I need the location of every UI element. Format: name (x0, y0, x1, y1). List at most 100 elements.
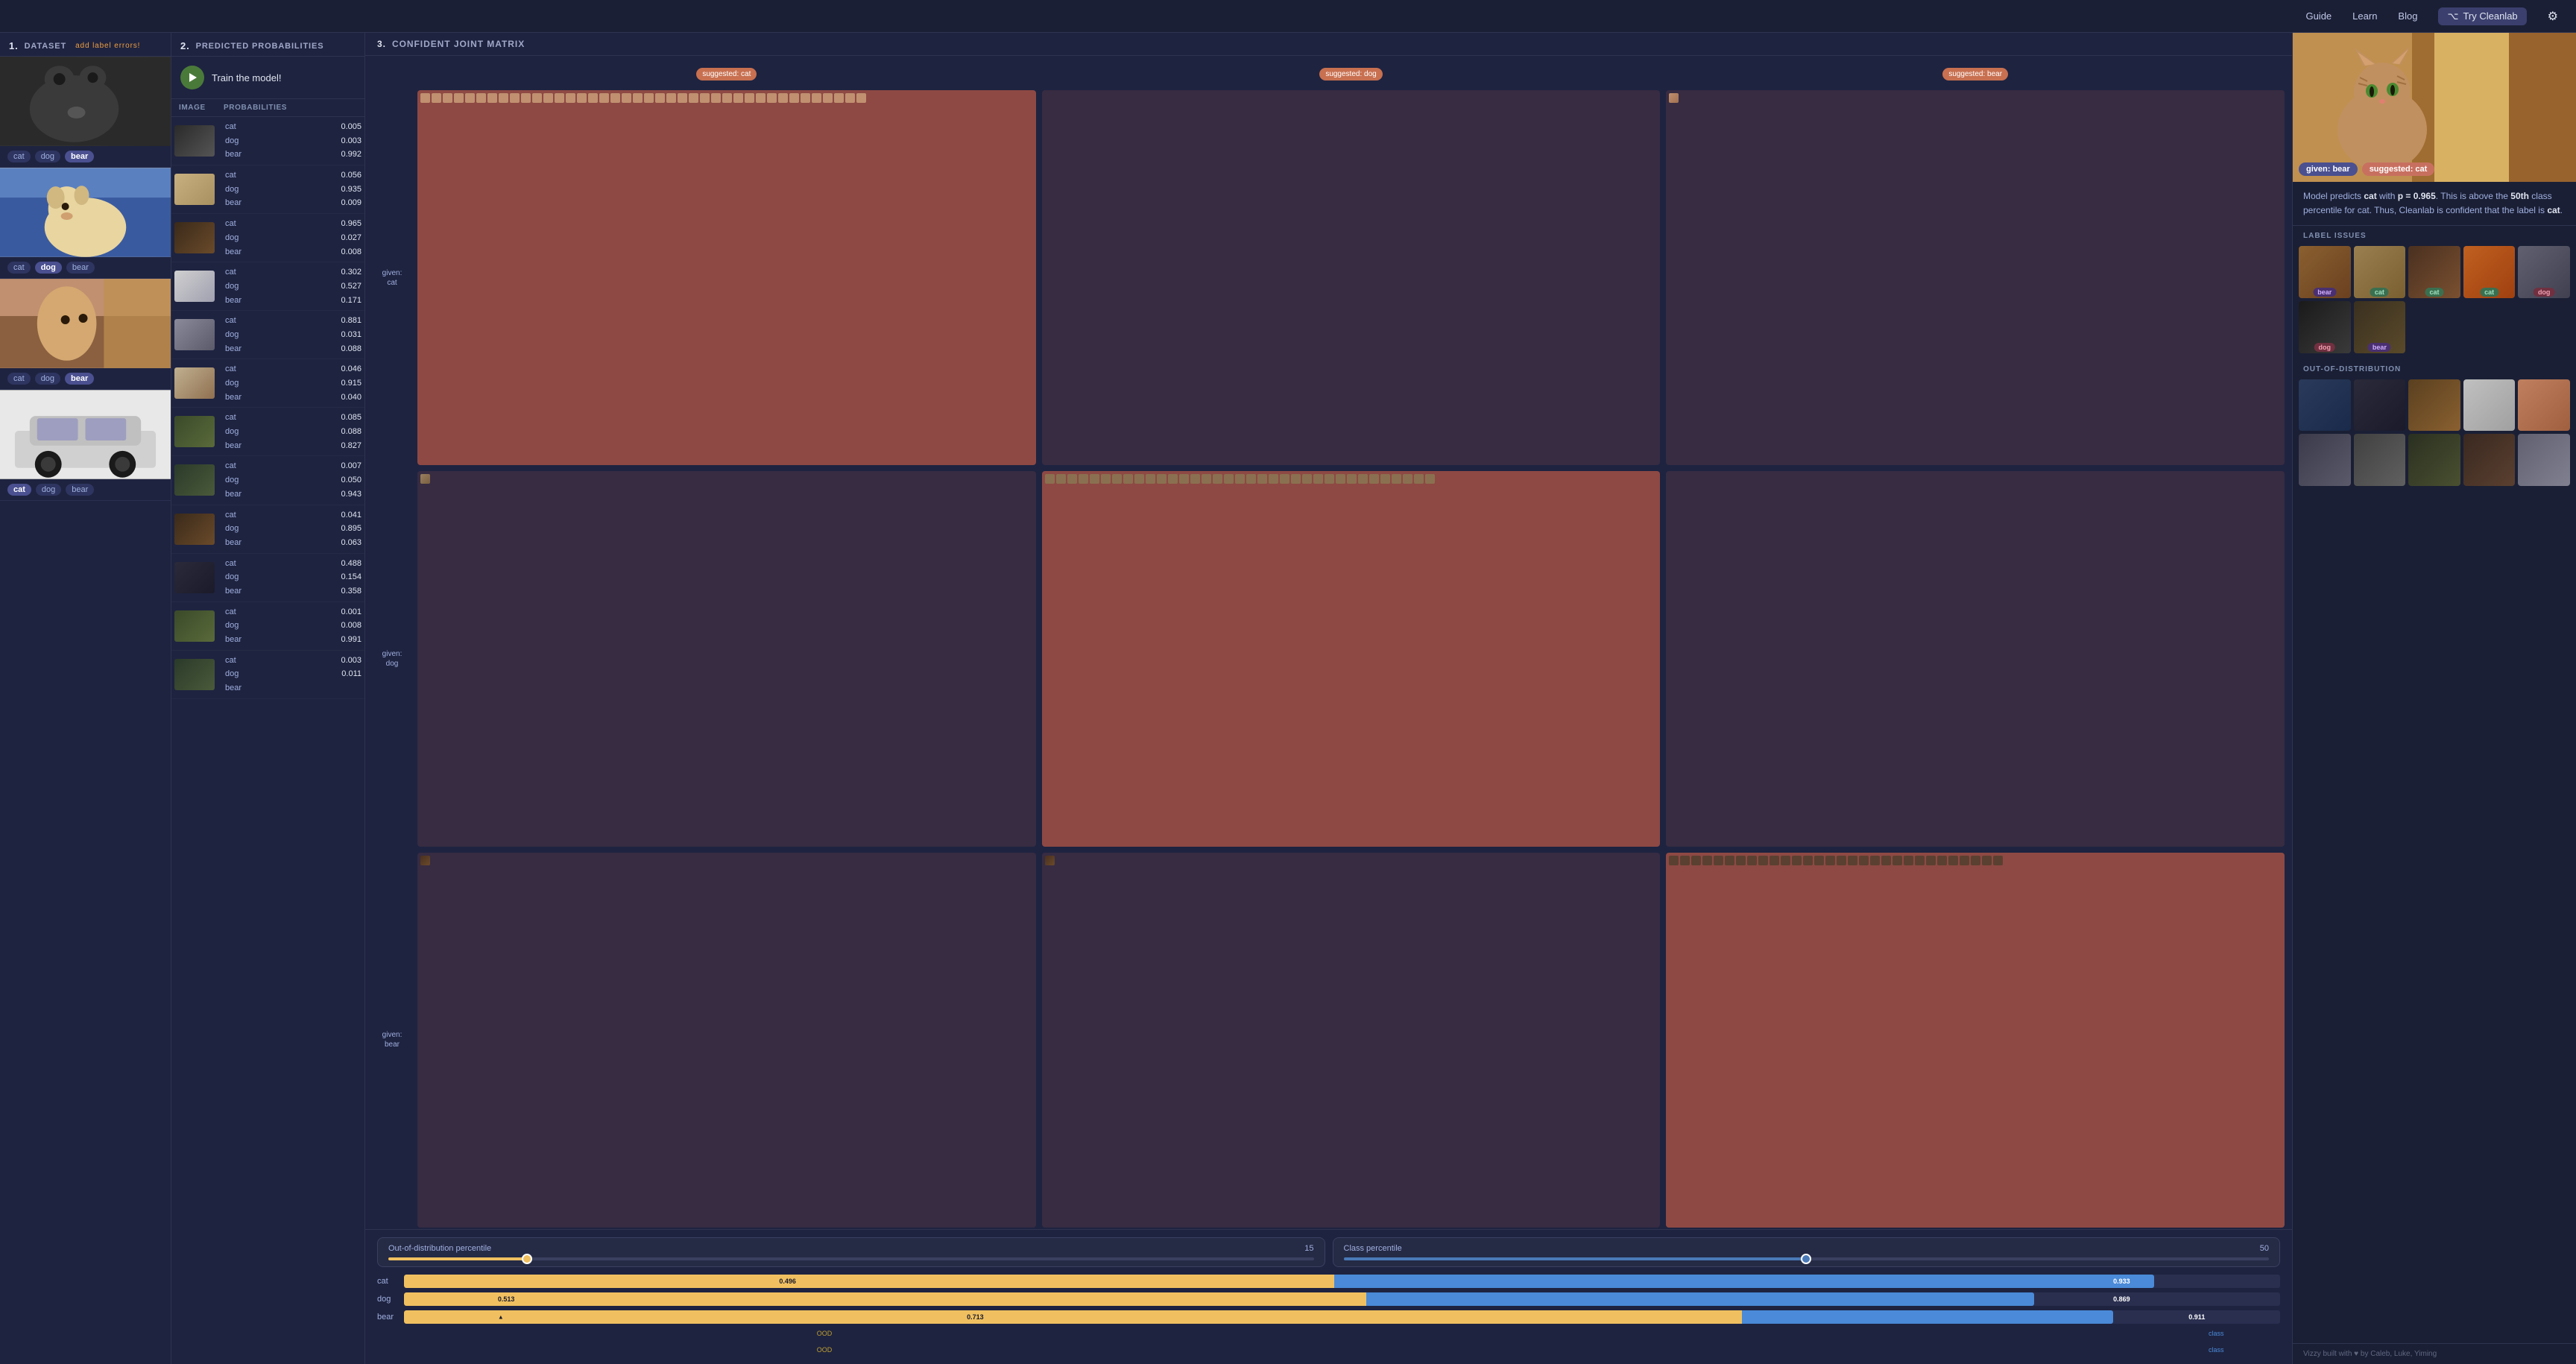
mini-thumb (1112, 474, 1122, 484)
prob-row[interactable]: cat0.005dog0.003bear0.992 (171, 117, 364, 165)
prob-row[interactable]: cat0.041dog0.895bear0.063 (171, 505, 364, 554)
train-model-button[interactable] (180, 66, 204, 89)
prob-label: bear (225, 196, 242, 210)
prob-row[interactable]: cat0.302dog0.527bear0.171 (171, 262, 364, 311)
label-cat[interactable]: cat (7, 262, 31, 274)
dataset-item[interactable]: cat dog bear (0, 168, 171, 279)
ood-item[interactable] (2408, 379, 2460, 432)
label-issue-item[interactable]: cat (2354, 246, 2406, 298)
ood-item[interactable] (2408, 434, 2460, 486)
mini-thumb (1993, 856, 2003, 865)
mini-thumb (1157, 474, 1167, 484)
dataset-item[interactable]: cat dog bear (0, 390, 171, 501)
label-issue-item[interactable]: dog (2299, 301, 2351, 353)
prob-values: cat0.056dog0.935bear0.009 (219, 168, 362, 210)
try-cleanlab-button[interactable]: ⌥ Try Cleanlab (2438, 7, 2526, 25)
mini-thumb (1392, 474, 1401, 484)
mini-thumb (588, 93, 598, 103)
matrix-cell-cat-cat[interactable] (417, 90, 1036, 465)
prob-val: 0.881 (341, 314, 362, 328)
mini-thumb (476, 93, 486, 103)
ood-percentile-box[interactable]: Out-of-distribution percentile 15 (377, 1237, 1325, 1267)
prob-label: dog (225, 619, 239, 633)
label-issue-item[interactable]: cat (2408, 246, 2460, 298)
mini-thumb (1736, 856, 1746, 865)
label-issue-item[interactable]: bear (2299, 246, 2351, 298)
prob-row[interactable]: cat0.001dog0.008bear0.991 (171, 602, 364, 651)
ood-item[interactable] (2354, 434, 2406, 486)
mini-thumb (756, 93, 765, 103)
nav-learn[interactable]: Learn (2352, 10, 2377, 22)
dataset-item[interactable]: cat dog bear (0, 57, 171, 168)
mini-thumb (487, 93, 497, 103)
prob-val: 0.046 (341, 362, 362, 376)
label-cat[interactable]: cat (7, 151, 31, 162)
class-slider-thumb[interactable] (1801, 1254, 1811, 1264)
label-bear-active[interactable]: bear (65, 373, 94, 385)
label-dog[interactable]: dog (35, 373, 60, 385)
mini-thumb (745, 93, 754, 103)
model-class: cat (2364, 191, 2376, 201)
panel-matrix: 3. CONFIDENT JOINT MATRIX suggested: cat (365, 33, 2293, 1364)
mini-thumb (521, 93, 531, 103)
prob-row[interactable]: cat0.003dog0.011bear (171, 651, 364, 699)
label-cat-active[interactable]: cat (7, 484, 31, 496)
prob-val: 0.527 (341, 280, 362, 294)
label-issue-item[interactable]: cat (2463, 246, 2516, 298)
prob-row[interactable]: cat0.881dog0.031bear0.088 (171, 311, 364, 359)
ood-item[interactable] (2518, 434, 2570, 486)
label-bear-active[interactable]: bear (65, 151, 94, 162)
add-label-errors-link[interactable]: add label errors! (75, 42, 140, 50)
ood-item[interactable] (2518, 379, 2570, 432)
ood-item[interactable] (2299, 434, 2351, 486)
matrix-cell-bear-bear[interactable] (1666, 853, 2285, 1228)
label-dog-active[interactable]: dog (35, 262, 62, 274)
mini-thumb (1358, 474, 1368, 484)
ood-item[interactable] (2463, 379, 2516, 432)
thumb-label: cat (2425, 288, 2443, 297)
ood-item[interactable] (2354, 379, 2406, 432)
matrix-title: 3. CONFIDENT JOINT MATRIX (365, 33, 2292, 56)
matrix-cell-dog-cat[interactable] (417, 471, 1036, 846)
label-bear[interactable]: bear (66, 484, 94, 496)
ood-item[interactable] (2299, 379, 2351, 432)
label-issue-item[interactable]: bear (2354, 301, 2406, 353)
matrix-cell-cat-bear[interactable] (1666, 90, 2285, 465)
prob-label: cat (225, 217, 236, 231)
class-percentile-box[interactable]: Class percentile 50 (1333, 1237, 2281, 1267)
label-issue-item[interactable]: dog (2518, 246, 2570, 298)
prob-row[interactable]: cat0.007dog0.050bear0.943 (171, 456, 364, 505)
prob-row[interactable]: cat0.085dog0.088bear0.827 (171, 408, 364, 456)
label-bear[interactable]: bear (66, 262, 95, 274)
label-dog[interactable]: dog (35, 151, 60, 162)
matrix-cell-dog-bear[interactable] (1666, 471, 2285, 846)
matrix-cell-dog-dog[interactable] (1042, 471, 1661, 846)
prob-row[interactable]: cat0.056dog0.935bear0.009 (171, 165, 364, 214)
label-cat[interactable]: cat (7, 373, 31, 385)
dataset-item[interactable]: cat dog bear (0, 279, 171, 390)
mini-thumb (1915, 856, 1925, 865)
nav-guide[interactable]: Guide (2305, 10, 2332, 22)
nav-blog[interactable]: Blog (2398, 10, 2417, 22)
prob-row[interactable]: cat0.046dog0.915bear0.040 (171, 359, 364, 408)
class-slider-track[interactable] (1344, 1257, 2270, 1260)
ood-slider-thumb[interactable] (522, 1254, 532, 1264)
ood-thumb-image (2408, 379, 2460, 432)
prob-row[interactable]: cat0.965dog0.027bear0.008 (171, 214, 364, 262)
ood-slider-track[interactable] (388, 1257, 1314, 1260)
label-dog[interactable]: dog (36, 484, 61, 496)
ood-val-bear: 0.713 (967, 1313, 984, 1321)
ood-item[interactable] (2463, 434, 2516, 486)
thumb-label: cat (2480, 288, 2498, 297)
mini-thumb (1269, 474, 1278, 484)
mini-thumb (801, 93, 810, 103)
matrix-cell-bear-dog[interactable] (1042, 853, 1661, 1228)
matrix-cell-bear-cat[interactable] (417, 853, 1036, 1228)
matrix-cell-cat-dog[interactable] (1042, 90, 1661, 465)
settings-icon[interactable]: ⚙ (2548, 9, 2558, 24)
prob-row[interactable]: cat0.488dog0.154bear0.358 (171, 554, 364, 602)
ood-thumb-image (2463, 379, 2516, 432)
row-header-bear: given:bear (382, 1030, 402, 1049)
prob-label: cat (225, 557, 236, 571)
mini-thumb (1971, 856, 1980, 865)
